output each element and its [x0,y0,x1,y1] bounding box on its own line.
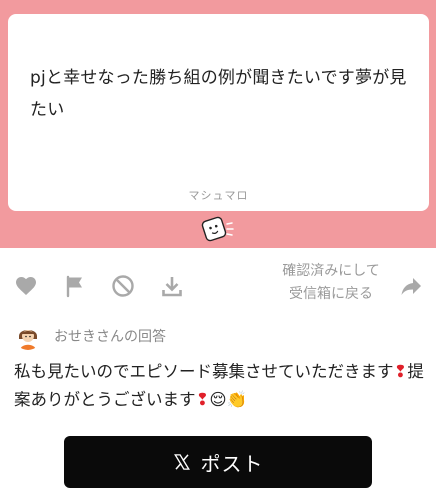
x-logo-icon [173,454,190,470]
flag-icon[interactable] [63,274,87,298]
download-icon[interactable] [160,274,184,298]
card-footer-label: マシュマロ [188,189,249,202]
action-bar: 確認済みにして 受信箱に戻る [0,260,436,310]
confirm-line-1: 確認済みにして [282,263,380,279]
avatar [14,322,42,350]
share-arrow-icon[interactable] [399,274,423,298]
block-icon[interactable] [111,274,135,298]
post-button-label: ポスト [200,451,264,476]
question-text: pjと幸せなった勝ち組の例が聞きたいです夢が見たい [30,68,407,120]
heart-icon[interactable] [14,274,38,298]
answer-part-1: 私も見たいのでエピソード募集させていただきます [14,362,394,381]
mark-confirmed-link[interactable]: 確認済みにして 受信箱に戻る [266,260,396,306]
exclamation-emoji: ❢ [393,362,408,381]
answer-author-label: おせきさんの回答 [54,329,166,345]
question-banner: pjと幸せなった勝ち組の例が聞きたいです夢が見たい マシュマロ [0,0,436,248]
marshmallow-mascot-icon [200,215,234,243]
answer-text: 私も見たいのでエピソード募集させていただきます❢提案ありがとうございます❢😌👏 [14,358,426,414]
exclamation-emoji: ❢ [195,390,210,409]
post-to-x-button[interactable]: ポスト [64,436,372,488]
confirm-line-2: 受信箱に戻る [289,286,373,302]
answer-header: おせきさんの回答 [14,322,166,350]
answer-emoji: 😌👏 [209,390,248,409]
question-card: pjと幸せなった勝ち組の例が聞きたいです夢が見たい マシュマロ [8,14,429,211]
